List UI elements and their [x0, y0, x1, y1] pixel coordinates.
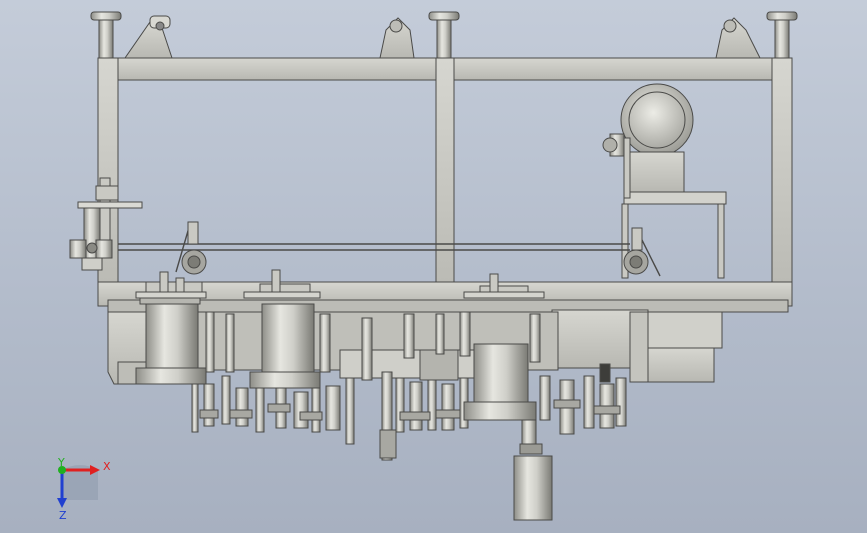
z-axis-label: Z — [59, 509, 67, 522]
motor-assembly — [602, 83, 727, 279]
belt-pulleys — [181, 221, 649, 275]
main-frame — [97, 57, 793, 313]
z-axis-arrowhead — [57, 498, 67, 508]
caster-right — [715, 11, 798, 59]
y-axis-label: Y — [57, 456, 65, 469]
caster-left — [90, 11, 173, 59]
cad-viewport[interactable]: X Y Z — [0, 0, 867, 533]
cylinder-1 — [135, 271, 207, 385]
caster-middle — [379, 11, 460, 59]
lower-housing-right — [551, 309, 723, 383]
left-guide-assembly — [69, 177, 143, 271]
x-axis-label: X — [103, 460, 111, 473]
machine-assembly-drawing: X Y Z — [57, 11, 798, 522]
coordinate-triad: X Y Z — [57, 456, 111, 522]
